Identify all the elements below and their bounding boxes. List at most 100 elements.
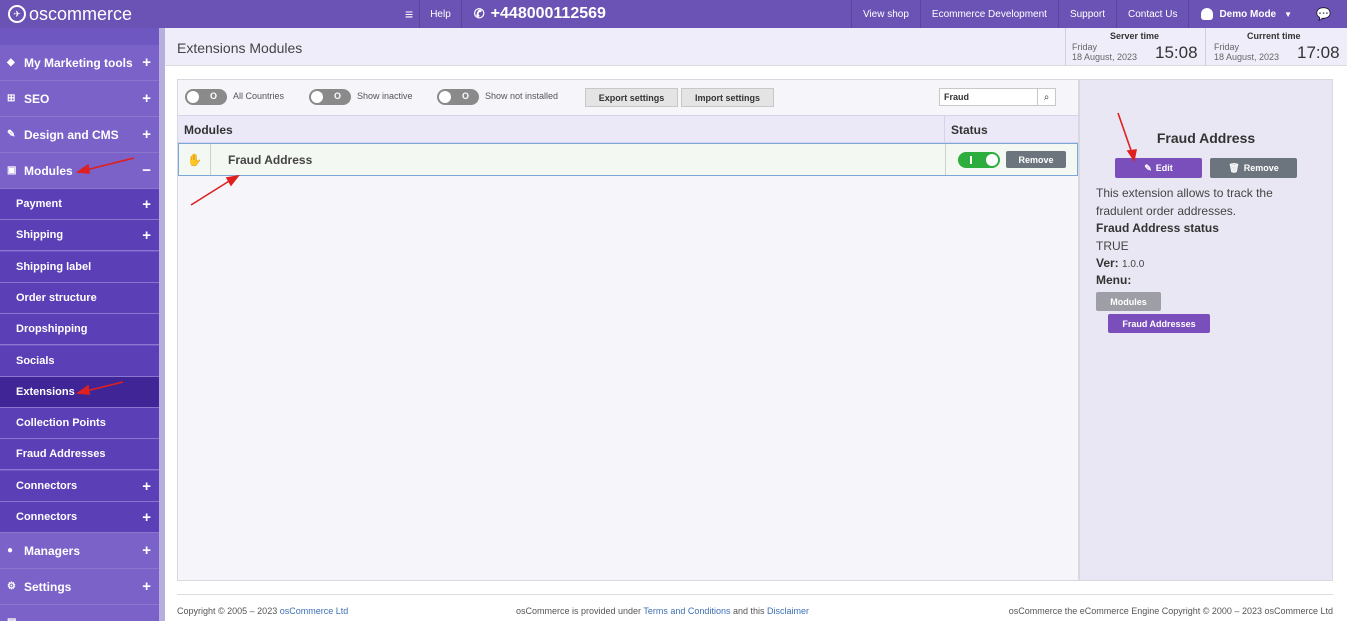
support-link[interactable]: Support [1057,0,1116,28]
chat-icon[interactable]: 💬 [1302,7,1347,21]
phone-icon: ✆ [473,6,485,21]
import-settings-button[interactable]: Import settings [681,88,774,107]
logo-text: oscommerce [29,3,133,24]
drag-hand-icon[interactable]: ✋ [179,144,211,175]
version-value: 1.0.0 [1122,259,1145,270]
footer-center: osCommerce is provided under Terms and C… [516,606,809,616]
sidebar-item-marketing[interactable]: ◆ My Marketing tools + [0,45,159,81]
terms-link[interactable]: Terms and Conditions [643,606,730,616]
column-header-status[interactable]: Status [951,123,988,137]
user-name: Demo Mode [1219,8,1277,20]
page-footer: Copyright © 2005 – 2023 osCommerce Ltd o… [177,594,1333,621]
status-label: Fraud Address status [1096,221,1219,235]
sidebar-subitem-connectors[interactable]: Connectors + [0,471,159,502]
current-day: Friday [1214,42,1240,52]
all-countries-toggle[interactable]: O [185,89,227,105]
footer-copy-text: Copyright © 2005 – 2023 [177,606,280,616]
toggle-knob [311,91,323,103]
show-not-installed-toggle[interactable]: O [437,89,479,105]
export-settings-button[interactable]: Export settings [585,88,678,107]
sidebar-scrollbar[interactable] [159,28,165,621]
sidebar-subitem-order-structure[interactable]: Order structure [0,283,159,314]
oscommerce-logo[interactable]: ✈ oscommerce [0,0,160,28]
expand-plus-icon[interactable]: + [142,126,151,143]
column-divider [944,116,945,143]
pencil-icon: ✎ [1144,162,1152,173]
sidebar-subitem-label: Shipping [16,229,64,241]
search-icon[interactable]: ⌕ [1037,89,1055,105]
sidebar-subitem-socials[interactable]: Socials [0,346,159,377]
sidebar-subitem-shipping-label[interactable]: Shipping label [0,252,159,283]
sidebar-item-managers[interactable]: ● Managers + [0,533,159,569]
remove-module-button[interactable]: Remove [1006,151,1066,168]
remove-button[interactable]: 🗑 Remove [1210,158,1297,178]
sidebar: ◆ My Marketing tools + ⊞ SEO + ✎ Design … [0,28,165,621]
sidebar-item-seo[interactable]: ⊞ SEO + [0,81,159,117]
sidebar-subitem-label: Payment [16,198,62,210]
show-inactive-toggle[interactable]: O [309,89,351,105]
help-link[interactable]: Help [419,0,462,28]
server-date: 18 August, 2023 [1072,52,1138,62]
expand-plus-icon[interactable]: + [142,54,151,71]
menu-fraud-addresses-button[interactable]: Fraud Addresses [1108,314,1210,333]
sidebar-subitem-label: Socials [16,355,55,367]
sidebar-subitem-connectors-2[interactable]: Connectors + [0,502,159,533]
contact-us-link[interactable]: Contact Us [1115,0,1188,28]
menu-toggle-icon[interactable]: ≡ [405,6,413,22]
show-not-installed-label: Show not installed [485,91,559,101]
sidebar-subitem-collection-points[interactable]: Collection Points [0,408,159,439]
column-divider [945,144,946,175]
user-menu[interactable]: Demo Mode ▼ [1188,0,1302,28]
sidebar-subitem-shipping[interactable]: Shipping + [0,220,159,251]
tag-icon: ◆ [7,57,15,68]
remove-button-label: Remove [1243,163,1279,173]
expand-plus-icon[interactable]: + [142,90,151,107]
edit-button-label: Edit [1155,163,1173,173]
expand-plus-icon[interactable]: + [142,478,151,495]
sidebar-subitem-payment[interactable]: Payment + [0,189,159,220]
expand-plus-icon[interactable]: + [142,227,151,244]
status-toggle[interactable] [958,152,1000,168]
view-shop-link[interactable]: View shop [850,0,920,28]
server-time-label: Server time [1110,31,1160,41]
table-row[interactable]: ✋ Fraud Address Remove [178,143,1078,176]
panel-description-line2: fradulent order addresses. [1096,204,1237,218]
menu-modules-button[interactable]: Modules [1096,292,1161,311]
column-header-modules[interactable]: Modules [184,123,233,137]
sidebar-item-next-cut[interactable]: ▤ [0,605,159,621]
oscommerce-ltd-link[interactable]: osCommerce Ltd [280,606,349,616]
footer-copyright-left: Copyright © 2005 – 2023 osCommerce Ltd [177,606,348,616]
expand-plus-icon[interactable]: + [142,509,151,526]
disclaimer-link[interactable]: Disclaimer [767,606,809,616]
panel-title: Fraud Address [1156,130,1256,146]
sidebar-item-label: My Marketing tools [24,55,133,70]
server-day: Friday [1072,42,1098,52]
edit-button[interactable]: ✎ Edit [1115,158,1202,178]
sidebar-item-settings[interactable]: ⚙ Settings + [0,569,159,605]
ecommerce-development-link[interactable]: Ecommerce Development [919,0,1058,28]
page-title: Extensions Modules [177,40,303,56]
puzzle-icon: ▣ [7,165,17,176]
search-input[interactable]: Fraud [944,92,969,102]
module-name: Fraud Address [228,153,313,167]
current-date: 18 August, 2023 [1214,52,1280,62]
expand-plus-icon[interactable]: + [142,578,151,595]
phone-number[interactable]: ✆ +448000112569 [462,0,606,28]
user-icon: ● [7,545,14,556]
sidebar-item-design-cms[interactable]: ✎ Design and CMS + [0,117,159,153]
footer-center-text-a: osCommerce is provided under [516,606,644,616]
sidebar-item-modules[interactable]: ▣ Modules − [0,153,159,189]
collapse-minus-icon[interactable]: − [142,162,151,179]
module-details-panel: Fraud Address ✎ Edit 🗑 Remove This exten… [1079,79,1333,581]
user-icon [1201,8,1214,20]
panel-description-line1: This extension allows to track the [1096,186,1273,200]
sidebar-item-label: Modules [24,163,73,178]
search-box[interactable]: Fraud ⌕ [939,88,1056,106]
expand-plus-icon[interactable]: + [142,542,151,559]
expand-plus-icon[interactable]: + [142,196,151,213]
sidebar-subitem-fraud-addresses[interactable]: Fraud Addresses [0,439,159,470]
sidebar-subitem-extensions[interactable]: Extensions [0,377,159,408]
sidebar-subitem-dropshipping[interactable]: Dropshipping [0,314,159,345]
sidebar-item-label: SEO [24,91,50,106]
brush-icon: ✎ [7,129,16,140]
